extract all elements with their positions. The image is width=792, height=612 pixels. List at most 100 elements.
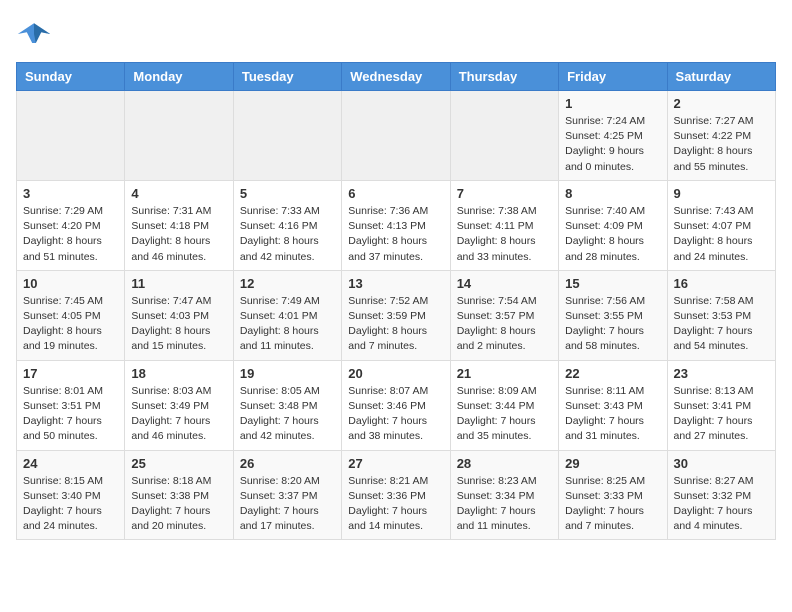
calendar-cell: 2 Sunrise: 7:27 AM Sunset: 4:22 PM Daylig… (667, 91, 775, 181)
calendar-cell: 30Sunrise: 8:27 AM Sunset: 3:32 PM Dayli… (667, 450, 775, 540)
day-number: 22 (565, 366, 660, 381)
day-info: Sunrise: 7:31 AM Sunset: 4:18 PM Dayligh… (131, 204, 226, 265)
day-info: Sunrise: 7:38 AM Sunset: 4:11 PM Dayligh… (457, 204, 552, 265)
day-number: 23 (674, 366, 769, 381)
day-info: Sunrise: 7:43 AM Sunset: 4:07 PM Dayligh… (674, 204, 769, 265)
day-number: 4 (131, 186, 226, 201)
day-info: Sunrise: 7:54 AM Sunset: 3:57 PM Dayligh… (457, 294, 552, 355)
day-number: 16 (674, 276, 769, 291)
calendar-cell: 22 Sunrise: 8:11 AM Sunset: 3:43 PM Dayli… (559, 360, 667, 450)
calendar-cell: 26 Sunrise: 8:20 AM Sunset: 3:37 PM Dayli… (233, 450, 341, 540)
logo (16, 16, 56, 52)
day-number: 9 (674, 186, 769, 201)
calendar-cell: 14 Sunrise: 7:54 AM Sunset: 3:57 PM Dayli… (450, 270, 558, 360)
day-info: Sunrise: 8:25 AM Sunset: 3:33 PM Dayligh… (565, 474, 660, 535)
calendar-cell: 5 Sunrise: 7:33 AM Sunset: 4:16 PM Daylig… (233, 180, 341, 270)
day-number: 12 (240, 276, 335, 291)
calendar-cell: 11Sunrise: 7:47 AM Sunset: 4:03 PM Dayli… (125, 270, 233, 360)
calendar-cell: 3Sunrise: 7:29 AM Sunset: 4:20 PM Daylig… (17, 180, 125, 270)
day-header-tuesday: Tuesday (233, 63, 341, 91)
calendar-week-row: 17 Sunrise: 8:01 AM Sunset: 3:51 PM Dayli… (17, 360, 776, 450)
day-header-saturday: Saturday (667, 63, 775, 91)
day-number: 28 (457, 456, 552, 471)
day-number: 26 (240, 456, 335, 471)
calendar-cell: 16 Sunrise: 7:58 AM Sunset: 3:53 PM Dayli… (667, 270, 775, 360)
day-info: Sunrise: 8:27 AM Sunset: 3:32 PM Dayligh… (674, 474, 769, 535)
calendar-cell: 4 Sunrise: 7:31 AM Sunset: 4:18 PM Daylig… (125, 180, 233, 270)
day-info: Sunrise: 8:15 AM Sunset: 3:40 PM Dayligh… (23, 474, 118, 535)
day-info: Sunrise: 7:56 AM Sunset: 3:55 PM Dayligh… (565, 294, 660, 355)
day-number: 29 (565, 456, 660, 471)
day-number: 24 (23, 456, 118, 471)
calendar-week-row: 24 Sunrise: 8:15 AM Sunset: 3:40 PM Dayli… (17, 450, 776, 540)
calendar-week-row: 10 Sunrise: 7:45 AM Sunset: 4:05 PM Dayli… (17, 270, 776, 360)
day-number: 13 (348, 276, 443, 291)
calendar-cell: 13 Sunrise: 7:52 AM Sunset: 3:59 PM Dayli… (342, 270, 450, 360)
day-info: Sunrise: 7:52 AM Sunset: 3:59 PM Dayligh… (348, 294, 443, 355)
day-header-thursday: Thursday (450, 63, 558, 91)
calendar-cell: 15 Sunrise: 7:56 AM Sunset: 3:55 PM Dayli… (559, 270, 667, 360)
day-info: Sunrise: 7:33 AM Sunset: 4:16 PM Dayligh… (240, 204, 335, 265)
calendar-cell (342, 91, 450, 181)
calendar-cell: 6 Sunrise: 7:36 AM Sunset: 4:13 PM Daylig… (342, 180, 450, 270)
day-header-wednesday: Wednesday (342, 63, 450, 91)
calendar-table: SundayMondayTuesdayWednesdayThursdayFrid… (16, 62, 776, 540)
calendar-cell: 28 Sunrise: 8:23 AM Sunset: 3:34 PM Dayli… (450, 450, 558, 540)
calendar-cell: 8Sunrise: 7:40 AM Sunset: 4:09 PM Daylig… (559, 180, 667, 270)
calendar-cell: 27Sunrise: 8:21 AM Sunset: 3:36 PM Dayli… (342, 450, 450, 540)
calendar-cell: 10 Sunrise: 7:45 AM Sunset: 4:05 PM Dayli… (17, 270, 125, 360)
day-header-monday: Monday (125, 63, 233, 91)
day-info: Sunrise: 7:27 AM Sunset: 4:22 PM Dayligh… (674, 114, 769, 175)
day-info: Sunrise: 8:18 AM Sunset: 3:38 PM Dayligh… (131, 474, 226, 535)
calendar-cell (450, 91, 558, 181)
day-info: Sunrise: 7:36 AM Sunset: 4:13 PM Dayligh… (348, 204, 443, 265)
day-number: 2 (674, 96, 769, 111)
day-info: Sunrise: 8:20 AM Sunset: 3:37 PM Dayligh… (240, 474, 335, 535)
calendar-cell (125, 91, 233, 181)
calendar-cell: 21 Sunrise: 8:09 AM Sunset: 3:44 PM Dayli… (450, 360, 558, 450)
day-info: Sunrise: 8:11 AM Sunset: 3:43 PM Dayligh… (565, 384, 660, 445)
calendar-cell: 18 Sunrise: 8:03 AM Sunset: 3:49 PM Dayli… (125, 360, 233, 450)
calendar-cell: 1 Sunrise: 7:24 AM Sunset: 4:25 PM Daylig… (559, 91, 667, 181)
day-number: 20 (348, 366, 443, 381)
day-info: Sunrise: 7:29 AM Sunset: 4:20 PM Dayligh… (23, 204, 118, 265)
day-info: Sunrise: 7:58 AM Sunset: 3:53 PM Dayligh… (674, 294, 769, 355)
day-number: 17 (23, 366, 118, 381)
day-number: 11 (131, 276, 226, 291)
day-info: Sunrise: 8:13 AM Sunset: 3:41 PM Dayligh… (674, 384, 769, 445)
day-number: 5 (240, 186, 335, 201)
day-info: Sunrise: 7:49 AM Sunset: 4:01 PM Dayligh… (240, 294, 335, 355)
day-info: Sunrise: 7:40 AM Sunset: 4:09 PM Dayligh… (565, 204, 660, 265)
calendar-cell (233, 91, 341, 181)
calendar-cell: 29 Sunrise: 8:25 AM Sunset: 3:33 PM Dayli… (559, 450, 667, 540)
calendar-cell: 25 Sunrise: 8:18 AM Sunset: 3:38 PM Dayli… (125, 450, 233, 540)
page-header (16, 16, 776, 52)
calendar-cell: 24 Sunrise: 8:15 AM Sunset: 3:40 PM Dayli… (17, 450, 125, 540)
day-number: 1 (565, 96, 660, 111)
day-number: 7 (457, 186, 552, 201)
logo-bird-icon (16, 16, 52, 52)
calendar-cell: 17 Sunrise: 8:01 AM Sunset: 3:51 PM Dayli… (17, 360, 125, 450)
day-number: 21 (457, 366, 552, 381)
day-header-sunday: Sunday (17, 63, 125, 91)
day-info: Sunrise: 8:03 AM Sunset: 3:49 PM Dayligh… (131, 384, 226, 445)
day-number: 15 (565, 276, 660, 291)
day-number: 25 (131, 456, 226, 471)
calendar-cell (17, 91, 125, 181)
day-info: Sunrise: 8:09 AM Sunset: 3:44 PM Dayligh… (457, 384, 552, 445)
day-info: Sunrise: 8:23 AM Sunset: 3:34 PM Dayligh… (457, 474, 552, 535)
day-number: 19 (240, 366, 335, 381)
day-info: Sunrise: 7:24 AM Sunset: 4:25 PM Dayligh… (565, 114, 660, 175)
day-info: Sunrise: 8:21 AM Sunset: 3:36 PM Dayligh… (348, 474, 443, 535)
calendar-cell: 20 Sunrise: 8:07 AM Sunset: 3:46 PM Dayli… (342, 360, 450, 450)
day-number: 14 (457, 276, 552, 291)
day-info: Sunrise: 8:01 AM Sunset: 3:51 PM Dayligh… (23, 384, 118, 445)
day-info: Sunrise: 7:45 AM Sunset: 4:05 PM Dayligh… (23, 294, 118, 355)
day-number: 6 (348, 186, 443, 201)
day-header-friday: Friday (559, 63, 667, 91)
calendar-week-row: 3Sunrise: 7:29 AM Sunset: 4:20 PM Daylig… (17, 180, 776, 270)
day-number: 10 (23, 276, 118, 291)
day-info: Sunrise: 8:07 AM Sunset: 3:46 PM Dayligh… (348, 384, 443, 445)
calendar-cell: 7 Sunrise: 7:38 AM Sunset: 4:11 PM Daylig… (450, 180, 558, 270)
day-number: 18 (131, 366, 226, 381)
